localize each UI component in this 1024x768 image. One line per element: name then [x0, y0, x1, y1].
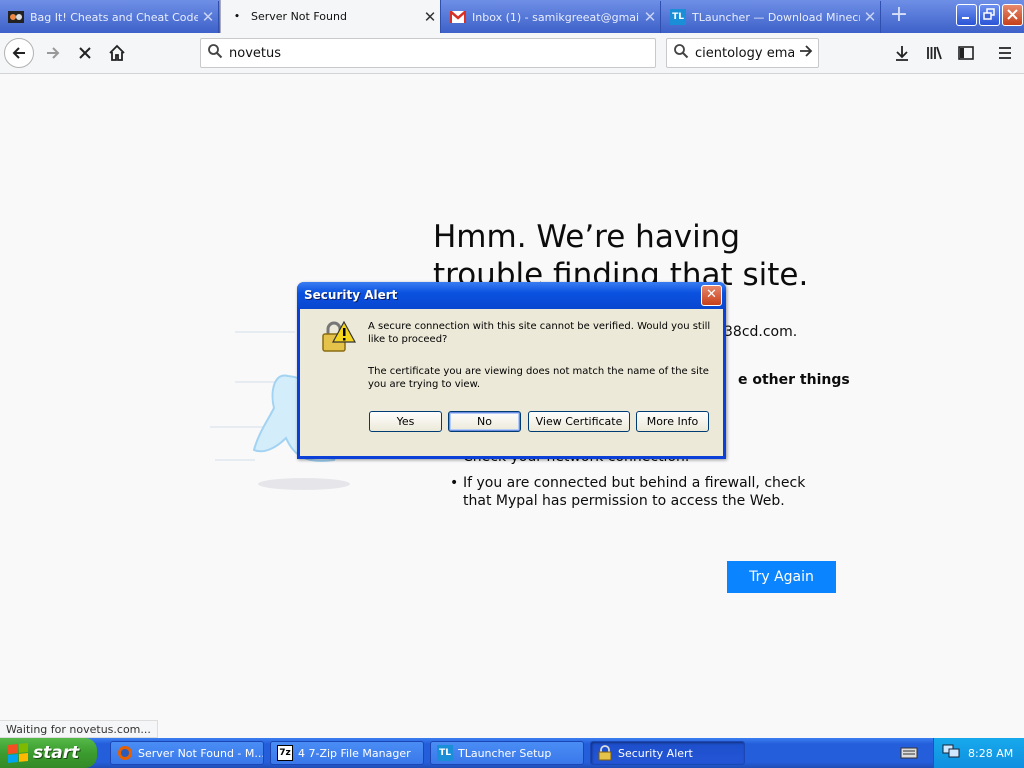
- arrow-right-icon: [47, 47, 60, 59]
- taskbar-item-label: Security Alert: [618, 746, 693, 760]
- home-icon: [109, 44, 125, 61]
- minimize-icon: [962, 17, 969, 19]
- dialog-title: Security Alert: [304, 288, 398, 302]
- tab-title: Bag It! Cheats and Cheat Codes: [30, 10, 198, 24]
- search-icon: [201, 43, 229, 63]
- list-item: If you are connected but behind a firewa…: [448, 474, 828, 510]
- navigation-toolbar: novetus cientology email: [0, 33, 1024, 74]
- yes-button[interactable]: Yes: [369, 411, 442, 432]
- library-icon: [927, 46, 942, 60]
- menu-button[interactable]: [990, 38, 1020, 68]
- keyboard-icon[interactable]: [900, 745, 918, 765]
- firefox-icon: [117, 745, 133, 761]
- arrow-right-icon: [800, 45, 813, 57]
- url-bar[interactable]: novetus: [200, 38, 656, 68]
- network-icon[interactable]: [942, 743, 960, 763]
- taskbar-item-security-alert[interactable]: Security Alert: [590, 741, 745, 765]
- view-certificate-button[interactable]: View Certificate: [528, 411, 630, 432]
- tab-bag-it[interactable]: Bag It! Cheats and Cheat Codes ✕: [0, 1, 219, 33]
- close-tab-icon[interactable]: ✕: [198, 8, 218, 26]
- restore-icon: [983, 8, 995, 20]
- windows-logo-icon: [8, 742, 28, 764]
- taskbar-item-label: 4 7-Zip File Manager: [298, 746, 411, 760]
- search-icon: [667, 43, 695, 63]
- library-button[interactable]: [919, 38, 949, 68]
- more-info-button[interactable]: More Info: [636, 411, 709, 432]
- start-label: start: [33, 743, 80, 763]
- dialog-close-button[interactable]: ✕: [701, 285, 722, 306]
- taskbar-item-label: TLauncher Setup: [458, 746, 552, 760]
- lock-icon: [597, 745, 613, 761]
- error-description: 38cd.com.: [724, 324, 798, 340]
- close-icon: [1007, 9, 1018, 20]
- system-tray: 8:28 AM: [933, 738, 1024, 768]
- gmail-icon: [450, 9, 466, 25]
- tab-server-not-found[interactable]: • Server Not Found ✕: [220, 0, 441, 33]
- game-favicon-icon: [8, 9, 24, 25]
- dialog-message: A secure connection with this site canno…: [368, 321, 711, 345]
- tab-title: TLauncher — Download Minecraft: [692, 10, 860, 24]
- try-again-button[interactable]: Try Again: [727, 561, 836, 593]
- no-button[interactable]: No: [448, 411, 521, 432]
- stop-button[interactable]: [70, 38, 100, 68]
- close-tab-icon[interactable]: ✕: [420, 8, 440, 26]
- back-button[interactable]: [4, 38, 34, 68]
- new-tab-button[interactable]: +: [886, 3, 912, 29]
- taskbar-item-7zip[interactable]: 7z 4 7-Zip File Manager: [270, 741, 424, 765]
- restore-button[interactable]: [979, 4, 1000, 26]
- dialog-detail-message: The certificate you are viewing does not…: [368, 366, 709, 390]
- tlauncher-icon: TL: [437, 745, 453, 761]
- lock-warning-icon: [322, 320, 356, 352]
- taskbar-item-tlauncher[interactable]: TL TLauncher Setup: [430, 741, 584, 765]
- dialog-titlebar[interactable]: Security Alert ✕: [297, 282, 726, 309]
- security-alert-dialog: Security Alert ✕ A secure connection wit…: [297, 282, 726, 459]
- tab-title: Server Not Found: [251, 10, 347, 23]
- sidebar-button[interactable]: [951, 38, 981, 68]
- sidebar-icon: [958, 46, 974, 60]
- home-button[interactable]: [102, 38, 132, 68]
- minimize-button[interactable]: [956, 4, 977, 26]
- hamburger-menu-icon: [999, 47, 1011, 59]
- search-bar[interactable]: cientology email: [666, 38, 819, 68]
- downloads-button[interactable]: [887, 38, 917, 68]
- status-bar: Waiting for novetus.com...: [0, 720, 158, 738]
- dot-icon: •: [234, 11, 240, 22]
- taskbar-item-label: Server Not Found - M...: [138, 746, 264, 760]
- 7zip-icon: 7z: [277, 745, 293, 761]
- tab-strip: Bag It! Cheats and Cheat Codes ✕ • Serve…: [0, 0, 1024, 33]
- clock: 8:28 AM: [968, 746, 1014, 760]
- stop-icon: [79, 47, 91, 59]
- download-icon: [896, 46, 908, 61]
- url-input[interactable]: novetus: [229, 46, 281, 61]
- search-input[interactable]: cientology email: [695, 46, 794, 61]
- tab-tlauncher[interactable]: TL TLauncher — Download Minecraft ✕: [662, 1, 881, 33]
- start-button[interactable]: start: [0, 738, 97, 768]
- error-suggestion-heading: e other things: [738, 372, 850, 388]
- tab-title: Inbox (1) - samikgreeat@gmail.c: [472, 10, 640, 24]
- close-tab-icon[interactable]: ✕: [640, 8, 660, 26]
- close-window-button[interactable]: [1002, 4, 1023, 26]
- taskbar: start Server Not Found - M... 7z 4 7-Zip…: [0, 738, 1024, 768]
- tab-inbox[interactable]: Inbox (1) - samikgreeat@gmail.c ✕: [442, 1, 661, 33]
- close-tab-icon[interactable]: ✕: [860, 8, 880, 26]
- arrow-left-icon: [12, 47, 25, 59]
- tlauncher-icon: TL: [670, 9, 686, 25]
- search-go-button[interactable]: [794, 43, 818, 63]
- taskbar-item-browser[interactable]: Server Not Found - M...: [110, 741, 264, 765]
- forward-button[interactable]: [38, 38, 68, 68]
